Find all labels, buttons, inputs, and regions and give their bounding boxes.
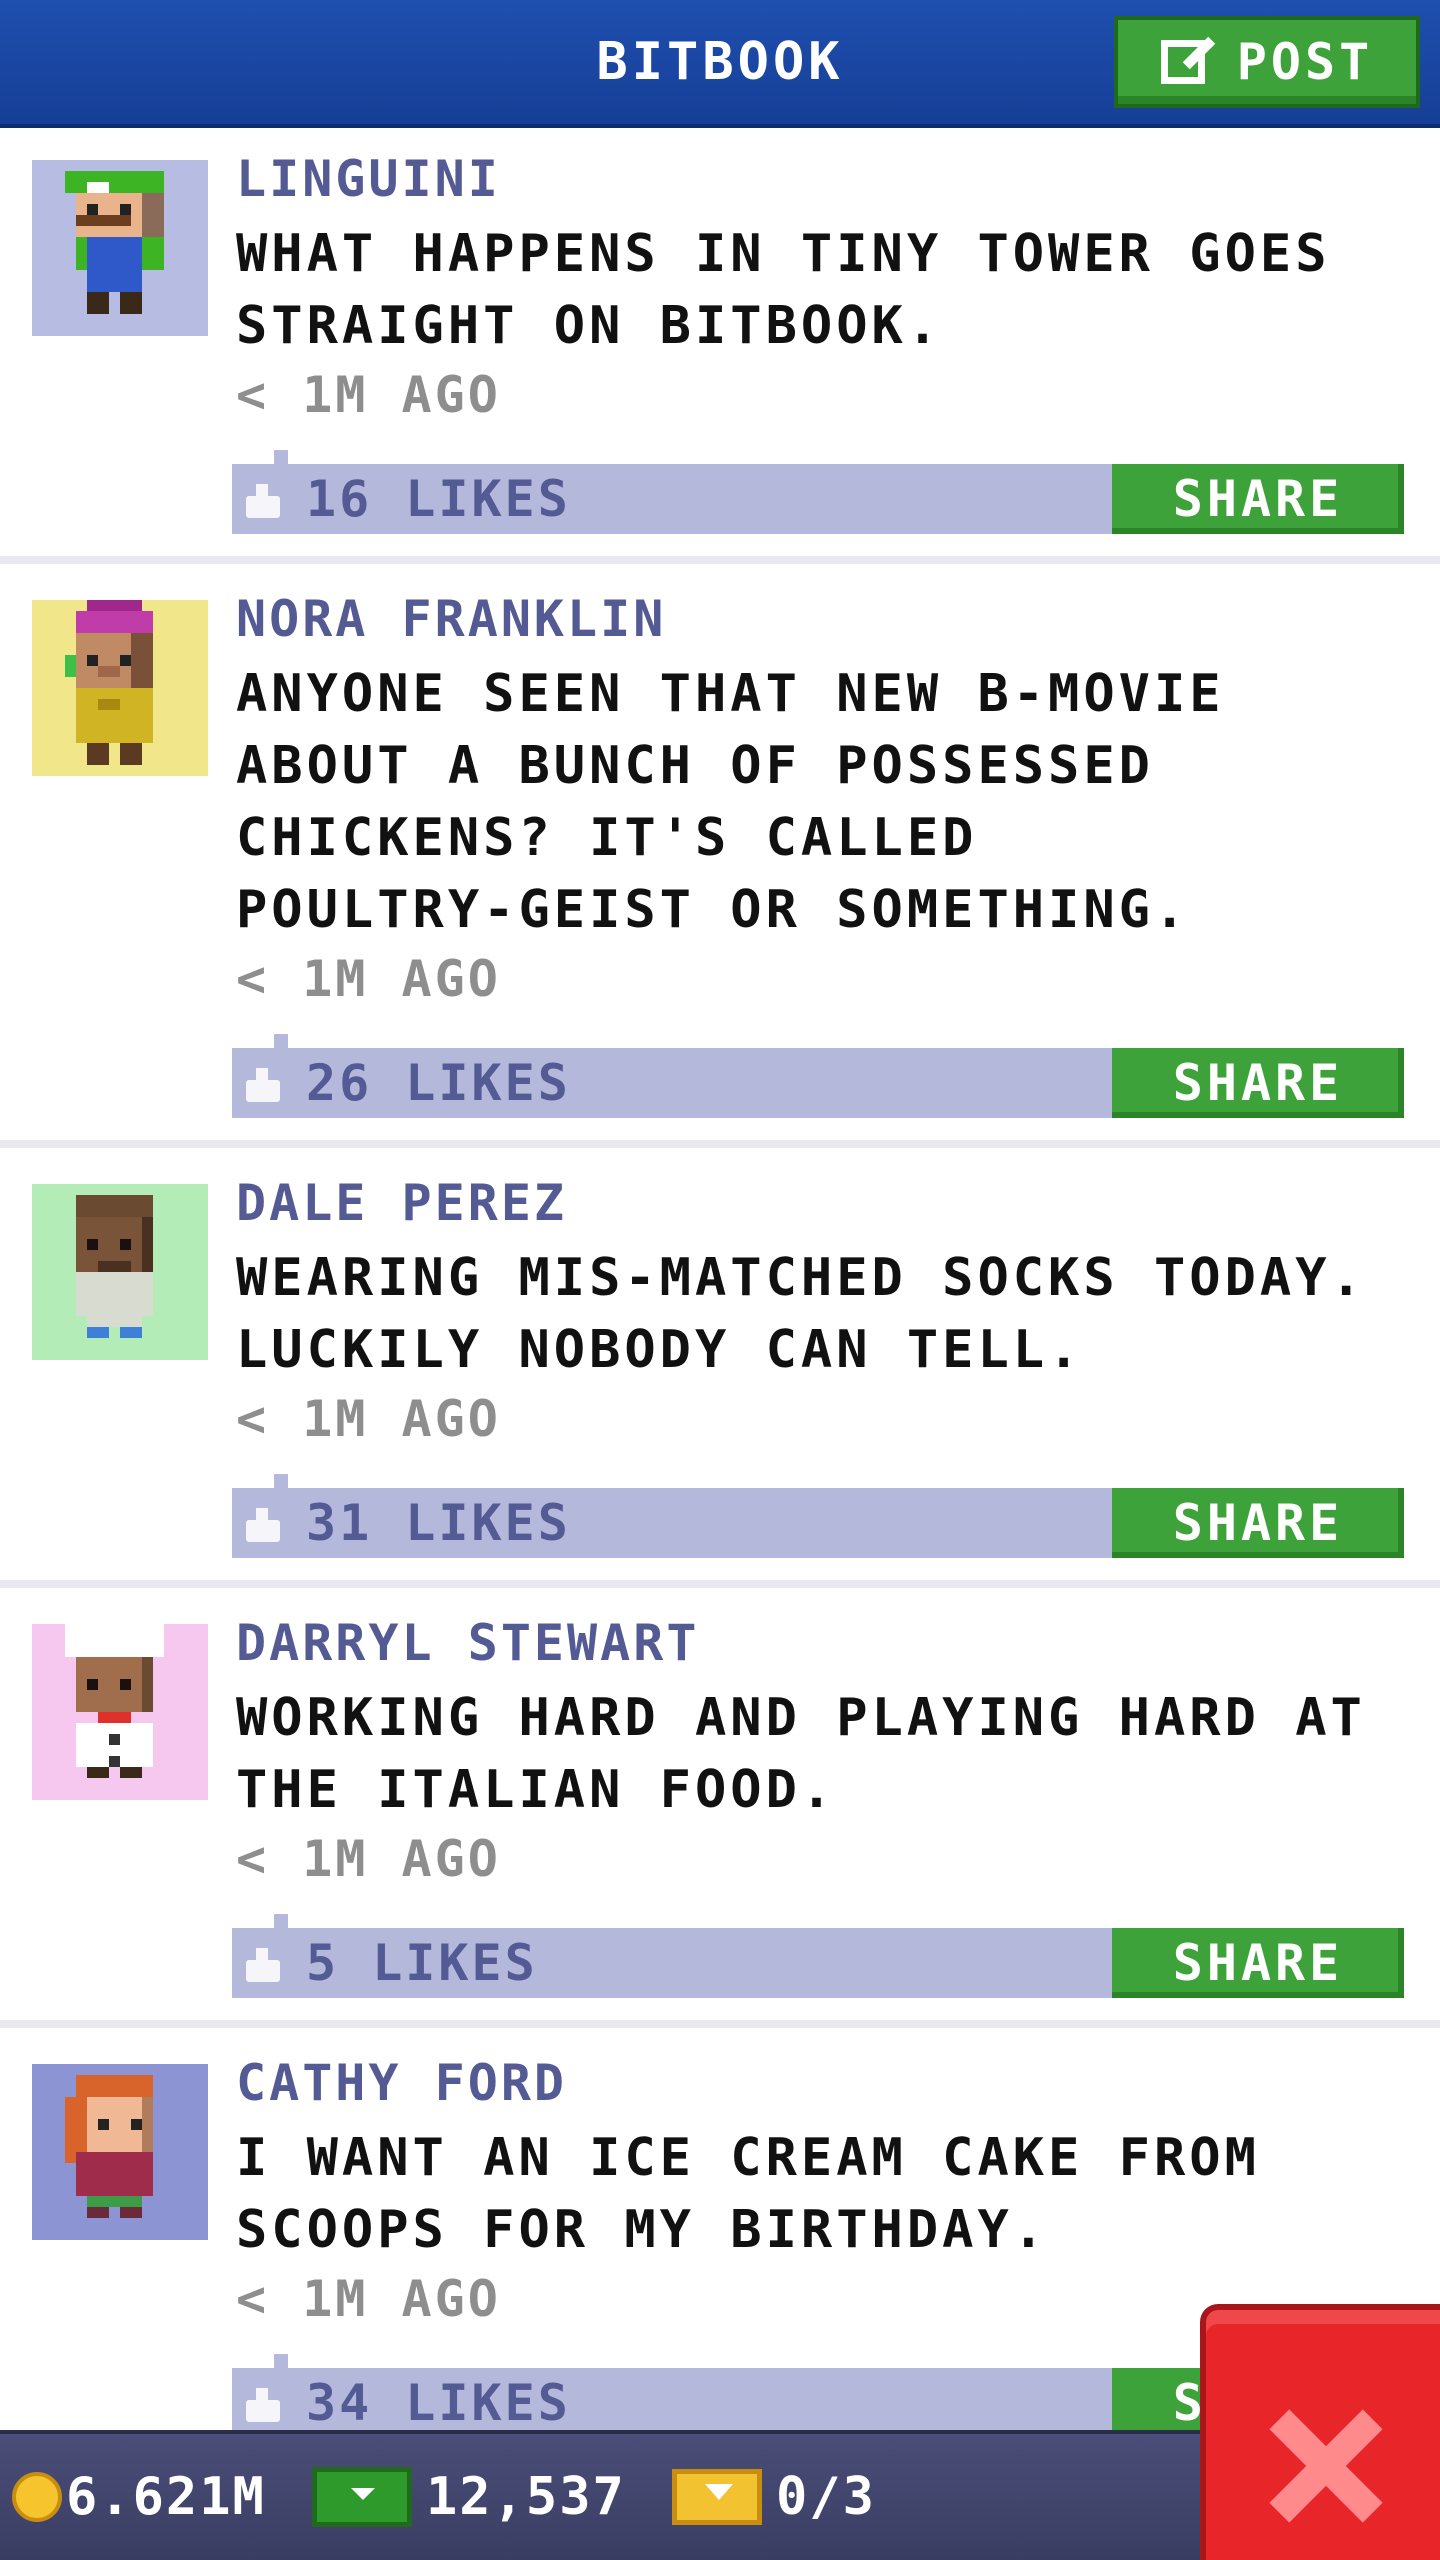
post-timestamp: < 1M AGO — [236, 366, 501, 424]
likes-bar: 26 LIKES SHARE — [232, 1034, 1404, 1118]
plumber-avatar-icon — [65, 171, 164, 314]
post-message-line: POULTRY-GEIST OR SOMETHING. — [236, 880, 1190, 940]
post-message: WORKING HARD AND PLAYING HARD AT THE ITA… — [236, 1682, 1416, 1826]
post-message: WHAT HAPPENS IN TINY TOWER GOES STRAIGHT… — [236, 218, 1416, 362]
share-button[interactable]: SHARE — [1112, 464, 1404, 534]
post-timestamp: < 1M AGO — [236, 2270, 501, 2328]
likes-count: 26 LIKES — [306, 1054, 571, 1112]
post-message-line: WEARING MIS-MATCHED SOCKS TODAY. — [236, 1248, 1366, 1308]
avatar — [32, 1624, 208, 1800]
coins-stat: 6.621M — [12, 2434, 266, 2560]
post-author[interactable]: DARRYL STEWART — [236, 1614, 699, 1672]
avatar — [32, 1184, 208, 1360]
post-button-label: POST — [1236, 33, 1374, 91]
post-author[interactable]: CATHY FORD — [236, 2054, 567, 2112]
avatar — [32, 600, 208, 776]
post-message: I WANT AN ICE CREAM CAKE FROM SCOOPS FOR… — [236, 2122, 1416, 2266]
avatar — [32, 2064, 208, 2240]
bux-value: 12,537 — [426, 2467, 626, 2527]
post-timestamp: < 1M AGO — [236, 1390, 501, 1448]
post-message-line: ANYONE SEEN THAT NEW B-MOVIE — [236, 664, 1225, 724]
post-message-line: STRAIGHT ON BITBOOK. — [236, 296, 943, 356]
post-message-line: ABOUT A BUNCH OF POSSESSED — [236, 736, 1154, 796]
woman-purple-hat-avatar-icon — [65, 600, 153, 765]
avatar — [32, 160, 208, 336]
post-message: ANYONE SEEN THAT NEW B-MOVIE ABOUT A BUN… — [236, 658, 1416, 946]
post-author[interactable]: LINGUINI — [236, 150, 501, 208]
coins-value: 6.621M — [66, 2467, 266, 2527]
share-button[interactable]: SHARE — [1112, 1048, 1404, 1118]
tickets-value: 0/3 — [776, 2467, 876, 2527]
likes-count: 5 LIKES — [306, 1934, 538, 1992]
feed-post: DALE PEREZ WEARING MIS-MATCHED SOCKS TOD… — [0, 1148, 1440, 1588]
coin-icon — [12, 2472, 62, 2522]
post-message-line: WORKING HARD AND PLAYING HARD AT — [236, 1688, 1366, 1748]
bald-man-avatar-icon — [76, 1195, 153, 1338]
feed-post: DARRYL STEWART WORKING HARD AND PLAYING … — [0, 1588, 1440, 2028]
chef-avatar-icon — [65, 1624, 164, 1778]
post-author[interactable]: NORA FRANKLIN — [236, 590, 666, 648]
post-author[interactable]: DALE PEREZ — [236, 1174, 567, 1232]
app-header: BITBOOK POST — [0, 0, 1440, 128]
likes-count: 31 LIKES — [306, 1494, 571, 1552]
post-button[interactable]: POST — [1114, 16, 1420, 108]
redhead-woman-avatar-icon — [65, 2075, 153, 2218]
feed-post: NORA FRANKLIN ANYONE SEEN THAT NEW B-MOV… — [0, 564, 1440, 1148]
like-icon[interactable] — [246, 1068, 280, 1102]
likes-bar: 5 LIKES SHARE — [232, 1914, 1404, 1998]
like-icon[interactable] — [246, 1508, 280, 1542]
like-icon[interactable] — [246, 2388, 280, 2422]
post-message-line: CHICKENS? IT'S CALLED — [236, 808, 978, 868]
likes-count: 16 LIKES — [306, 470, 571, 528]
post-message-line: WHAT HAPPENS IN TINY TOWER GOES — [236, 224, 1331, 284]
share-button[interactable]: SHARE — [1112, 1928, 1404, 1998]
post-message-line: THE ITALIAN FOOD. — [236, 1760, 837, 1820]
feed-post: LINGUINI WHAT HAPPENS IN TINY TOWER GOES… — [0, 128, 1440, 564]
post-message-line: LUCKILY NOBODY CAN TELL. — [236, 1320, 1084, 1380]
post-timestamp: < 1M AGO — [236, 1830, 501, 1888]
post-message-line: SCOOPS FOR MY BIRTHDAY. — [236, 2200, 1049, 2260]
bux-icon — [312, 2467, 412, 2527]
close-icon — [1266, 2406, 1386, 2526]
ticket-icon — [672, 2469, 762, 2525]
likes-count: 34 LIKES — [306, 2374, 571, 2432]
likes-bar: 31 LIKES SHARE — [232, 1474, 1404, 1558]
post-message-line: I WANT AN ICE CREAM CAKE FROM — [236, 2128, 1260, 2188]
compose-icon — [1160, 34, 1217, 90]
like-icon[interactable] — [246, 484, 280, 518]
share-button[interactable]: SHARE — [1112, 1488, 1404, 1558]
likes-bar: 16 LIKES SHARE — [232, 450, 1404, 534]
like-icon[interactable] — [246, 1948, 280, 1982]
bux-stat: 12,537 — [312, 2434, 626, 2560]
close-button[interactable] — [1200, 2304, 1440, 2560]
post-message: WEARING MIS-MATCHED SOCKS TODAY. LUCKILY… — [236, 1242, 1416, 1386]
tickets-stat: 0/3 — [672, 2434, 876, 2560]
post-timestamp: < 1M AGO — [236, 950, 501, 1008]
